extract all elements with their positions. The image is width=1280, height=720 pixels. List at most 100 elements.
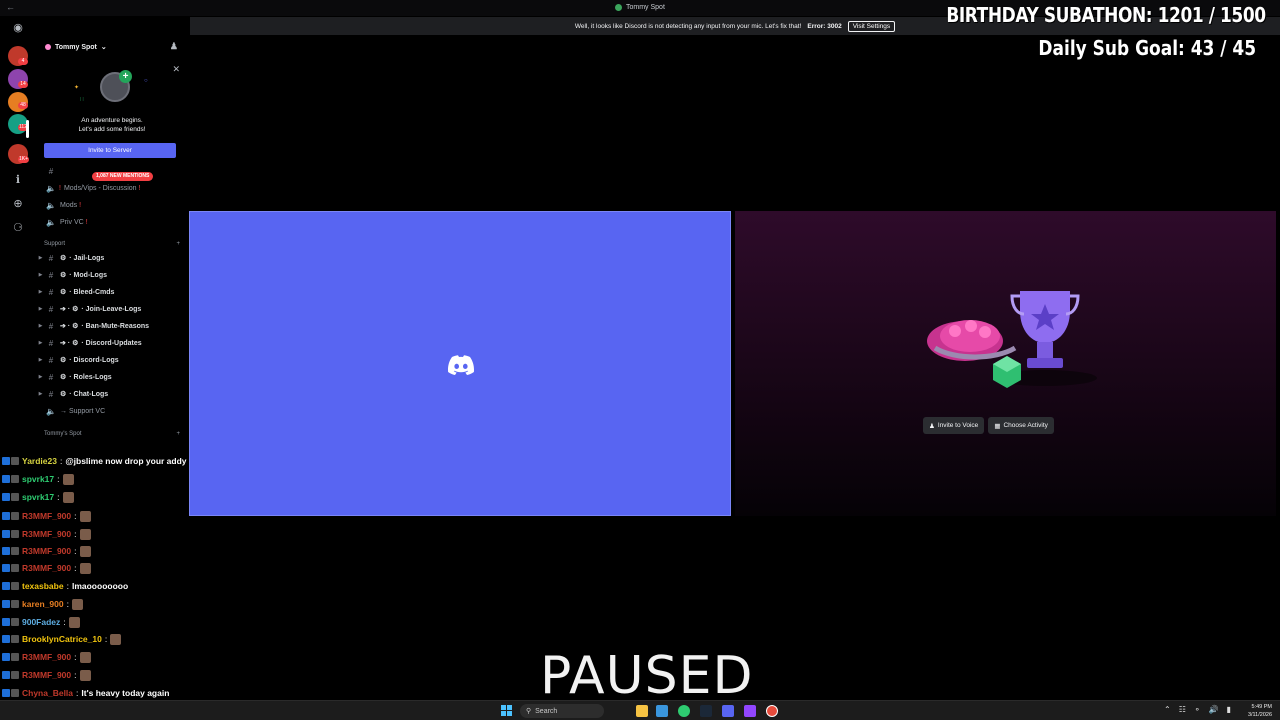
chat-badges — [2, 530, 19, 538]
speaker-icon[interactable]: 🔊 — [1209, 705, 1219, 714]
choose-activity-button[interactable]: ▦ Choose Activity — [988, 417, 1054, 434]
store-icon[interactable] — [656, 705, 668, 717]
text-channel-item[interactable]: ▶ # ➔ · ⚙ · Ban-Mute-Reasons — [36, 319, 184, 333]
chat-message: R3MMF_900: — [2, 526, 91, 542]
chat-username[interactable]: spvrk17 — [22, 492, 54, 502]
chat-username[interactable]: R3MMF_900 — [22, 511, 71, 521]
back-arrow-icon[interactable]: ← — [6, 2, 15, 12]
discord-icon[interactable] — [722, 705, 734, 717]
twitch-icon[interactable] — [744, 705, 756, 717]
file-explorer-icon[interactable] — [636, 705, 648, 717]
add-member-icon[interactable]: ♟ — [170, 41, 178, 52]
clock-date: 3/11/2026 — [1247, 712, 1272, 718]
info-icon[interactable]: ℹ — [10, 172, 26, 188]
channel-prefix: ⚙ — [60, 272, 67, 279]
taskbar-search[interactable]: ⚲ Search — [520, 704, 604, 718]
chat-message: 900Fadez: — [2, 614, 80, 630]
chat-username[interactable]: karen_900 — [22, 599, 64, 609]
text-channel-item[interactable]: ▶ # ⚙ · Chat-Logs — [36, 387, 184, 401]
chat-separator: : — [66, 581, 69, 591]
text-channel-item[interactable]: ▶ # ⚙ · Mod-Logs — [36, 268, 184, 282]
server-badge-5: 1K+ — [18, 156, 30, 163]
channel-label: → Support VC — [60, 407, 106, 415]
badge-icon — [2, 671, 10, 679]
network-icon[interactable]: ☷ — [1179, 705, 1186, 714]
invite-to-voice-button[interactable]: ♟ Invite to Voice — [923, 417, 985, 434]
chat-username[interactable]: R3MMF_900 — [22, 563, 71, 573]
voice-channel-priv-vc[interactable]: 🔈 Priv VC ! — [36, 215, 184, 229]
invite-to-server-button[interactable]: Invite to Server — [44, 143, 176, 158]
emote-icon — [79, 528, 91, 540]
chevron-down-icon: ⌄ — [100, 44, 107, 51]
collapse-arrow-icon[interactable]: ▶ — [36, 340, 45, 346]
visit-settings-button[interactable]: Visit Settings — [847, 20, 896, 32]
chat-username[interactable]: BrooklynCatrice_10 — [22, 634, 102, 644]
chat-username[interactable]: Chyna_Bella — [22, 688, 73, 698]
collapse-arrow-icon[interactable]: ▶ — [36, 374, 45, 380]
text-channel-item[interactable]: ▶ # ➔ · ⚙ · Discord-Updates — [36, 336, 184, 350]
add-server-icon[interactable]: ⊕ — [10, 196, 26, 212]
plus-icon[interactable]: + — [176, 241, 180, 247]
server-header[interactable]: Tommy Spot ⌄ ♟ — [36, 36, 184, 58]
chat-username[interactable]: Yardie23 — [22, 456, 57, 466]
taskbar-clock[interactable]: 5:49 PM 3/11/2026 — [1248, 703, 1272, 719]
discord-home-icon[interactable]: ◉ — [10, 20, 26, 36]
chrome-icon[interactable] — [678, 705, 690, 717]
badge-icon — [11, 564, 19, 572]
battery-icon[interactable]: ▮ — [1227, 705, 1231, 714]
chat-username[interactable]: texasbabe — [22, 581, 64, 591]
category-label: Support — [44, 241, 66, 247]
speaker-icon: 🔈 — [46, 200, 56, 210]
chat-badges — [2, 635, 19, 643]
steam-icon[interactable] — [700, 705, 712, 717]
discover-icon[interactable]: ⚆ — [10, 220, 26, 236]
category-support[interactable]: Support + — [44, 238, 180, 250]
stream-tile-self[interactable] — [189, 211, 731, 516]
invite-card-subtitle: Let's add some friends! — [78, 126, 146, 133]
speaker-icon: 🔈 — [46, 183, 56, 193]
grid-icon: ▦ — [994, 422, 1001, 430]
collapse-arrow-icon[interactable]: ▶ — [36, 391, 45, 397]
category-tommys-spot[interactable]: Tommy's Spot + — [44, 428, 180, 440]
emote-icon — [79, 669, 91, 681]
voice-channel-mods[interactable]: 🔈 Mods ! — [36, 198, 184, 212]
badge-icon — [2, 475, 10, 483]
voice-channel-mods-vips[interactable]: 🔈 ! Mods/Vips - Discussion ! — [36, 181, 184, 195]
chat-username[interactable]: R3MMF_900 — [22, 670, 71, 680]
text-channel-item[interactable]: ▶ # ⚙ · Jail-Logs — [36, 251, 184, 265]
collapse-arrow-icon[interactable]: ▶ — [36, 255, 45, 261]
chat-username[interactable]: R3MMF_900 — [22, 652, 71, 662]
collapse-arrow-icon[interactable]: ▶ — [36, 357, 45, 363]
trophy-illustration-icon — [927, 291, 1097, 388]
collapse-arrow-icon[interactable]: ▶ — [36, 289, 45, 295]
channel-prefix: ➔ · ⚙ — [60, 323, 79, 330]
emote-icon — [62, 473, 74, 485]
collapse-arrow-icon[interactable]: ▶ — [36, 306, 45, 312]
subathon-counter: BIRTHDAY SUBATHON: 1201 / 1500 — [946, 3, 1267, 27]
mic-icon[interactable]: ⚬ — [1194, 705, 1201, 714]
new-mentions-badge[interactable]: 1,087 NEW MENTIONS — [92, 172, 154, 181]
chat-username[interactable]: 900Fadez — [22, 617, 60, 627]
channel-prefix: ⚙ — [60, 391, 67, 398]
hash-icon: # — [48, 253, 54, 263]
channel-label: · Chat-Logs — [69, 390, 109, 398]
chat-message: R3MMF_900: — [2, 508, 91, 524]
emote-icon — [110, 633, 122, 645]
text-channel-item[interactable]: ▶ # ➔ · ⚙ · Join-Leave-Logs — [36, 302, 184, 316]
chat-username[interactable]: R3MMF_900 — [22, 546, 71, 556]
collapse-arrow-icon[interactable]: ▶ — [36, 272, 45, 278]
voice-channel-support-vc[interactable]: 🔈 → Support VC — [36, 404, 184, 418]
text-channel-item[interactable]: ▶ # ⚙ · Roles-Logs — [36, 370, 184, 384]
plus-icon[interactable]: + — [176, 431, 180, 437]
badge-icon — [11, 671, 19, 679]
chat-username[interactable]: R3MMF_900 — [22, 529, 71, 539]
chevron-up-icon[interactable]: ⌃ — [1164, 705, 1171, 714]
obs-icon[interactable] — [766, 705, 778, 717]
windows-start-icon[interactable] — [501, 705, 512, 716]
close-icon[interactable]: ✕ — [172, 64, 180, 75]
text-channel-item[interactable]: ▶ # ⚙ · Discord-Logs — [36, 353, 184, 367]
text-channel-item[interactable]: ▶ # ⚙ · Bleed-Cmds — [36, 285, 184, 299]
collapse-arrow-icon[interactable]: ▶ — [36, 323, 45, 329]
channel-prefix: ⚙ — [60, 255, 67, 262]
chat-username[interactable]: spvrk17 — [22, 474, 54, 484]
